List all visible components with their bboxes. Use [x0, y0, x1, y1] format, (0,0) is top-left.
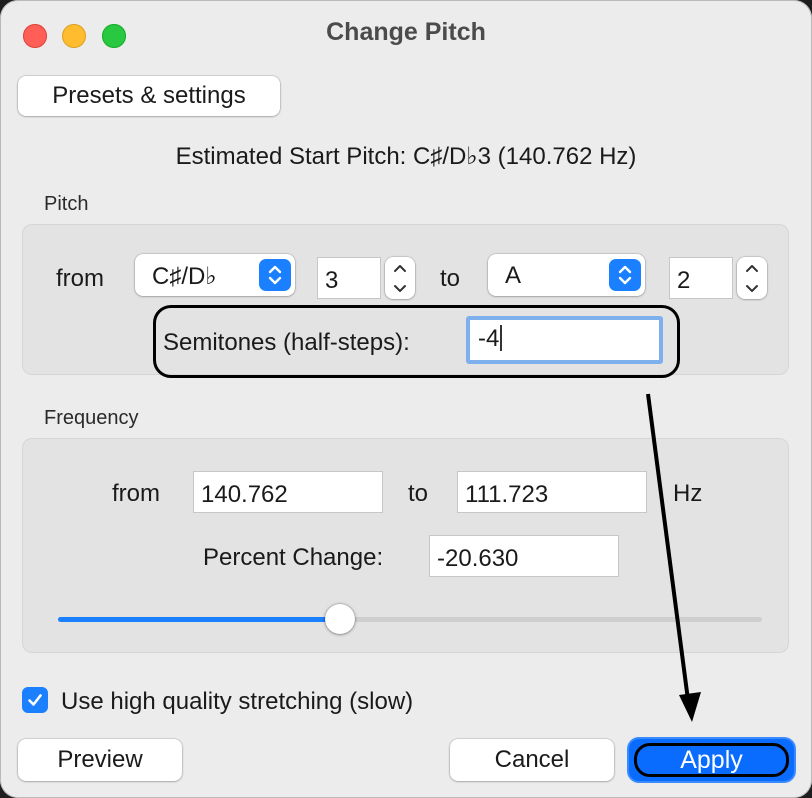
chevron-up-down-icon [609, 259, 641, 291]
from-note-popup[interactable]: C♯/D♭ [135, 254, 295, 296]
to-octave-stepper[interactable] [737, 257, 767, 299]
chevron-up-icon[interactable] [385, 257, 415, 278]
high-quality-label: Use high quality stretching (slow) [61, 688, 414, 715]
percent-change-field[interactable]: -20.630 [429, 535, 619, 577]
chevron-down-icon[interactable] [737, 278, 767, 299]
checkmark-icon [28, 694, 42, 706]
apply-button-label: Apply [680, 745, 743, 774]
cancel-button[interactable]: Cancel [450, 739, 614, 781]
preview-button[interactable]: Preview [18, 739, 182, 781]
window-title: Change Pitch [326, 18, 486, 46]
presets-settings-button[interactable]: Presets & settings [18, 76, 280, 116]
chevron-up-icon[interactable] [737, 257, 767, 278]
chevron-down-icon[interactable] [385, 278, 415, 299]
percent-change-label: Percent Change: [203, 544, 384, 571]
frequency-to-label: to [408, 480, 429, 507]
title-bar: Change Pitch [0, 0, 812, 70]
chevron-up-down-icon [259, 259, 291, 291]
to-note-value: A [505, 262, 522, 289]
semitones-highlight-outline [153, 305, 680, 378]
from-octave-stepper[interactable] [385, 257, 415, 299]
pitch-section-label: Pitch [44, 193, 89, 215]
slider-fill [58, 617, 340, 622]
to-octave-field[interactable]: 2 [669, 257, 733, 299]
change-pitch-dialog: Change Pitch Presets & settings Estimate… [0, 0, 812, 798]
frequency-unit-label: Hz [673, 480, 703, 507]
frequency-from-label: from [112, 480, 160, 507]
from-octave-field[interactable]: 3 [317, 257, 381, 299]
frequency-from-field[interactable]: 140.762 [193, 471, 383, 513]
to-note-popup[interactable]: A [488, 254, 645, 296]
apply-button[interactable]: Apply [629, 739, 794, 781]
frequency-to-field[interactable]: 111.723 [457, 471, 647, 513]
pitch-to-label: to [440, 265, 461, 292]
slider-knob[interactable] [324, 604, 355, 634]
frequency-section-label: Frequency [44, 407, 139, 429]
high-quality-checkbox[interactable] [22, 687, 48, 713]
estimated-start-pitch-label: Estimated Start Pitch: C♯/D♭3 (140.762 H… [175, 143, 637, 170]
annotation-arrow-icon [646, 393, 701, 722]
frequency-slider[interactable] [58, 604, 762, 634]
pitch-from-label: from [56, 265, 104, 292]
from-note-value: C♯/D♭ [152, 263, 217, 290]
